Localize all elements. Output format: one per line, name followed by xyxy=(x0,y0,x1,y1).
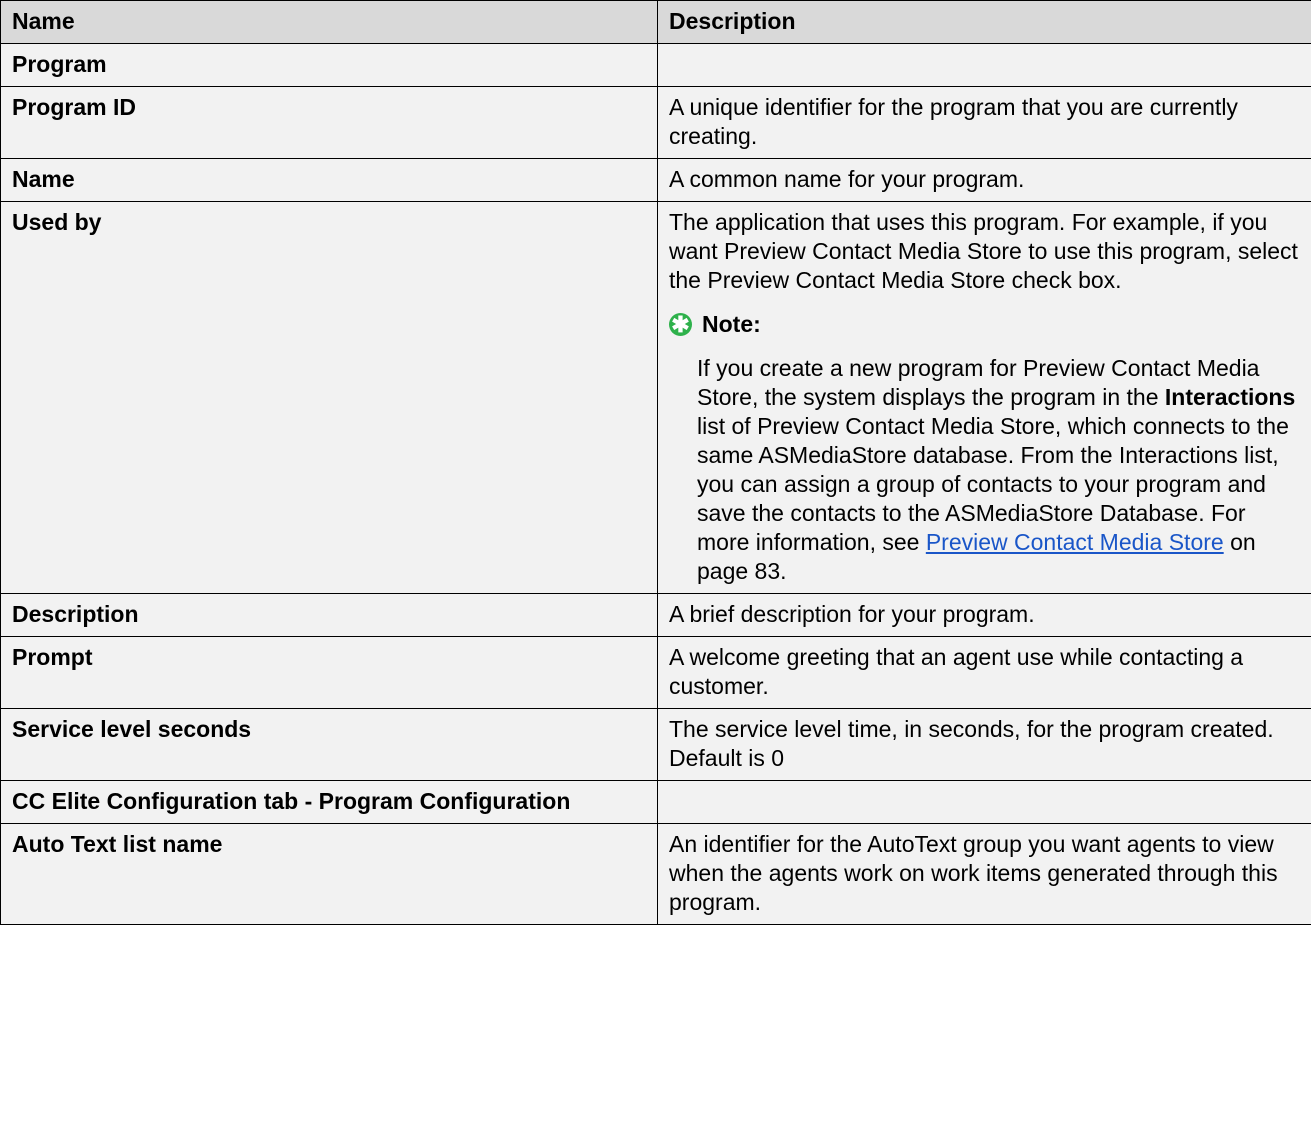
row-description: A welcome greeting that an agent use whi… xyxy=(657,636,1311,709)
row-description xyxy=(657,780,1311,824)
row-name: Prompt xyxy=(0,636,658,709)
table-row: Service level seconds The service level … xyxy=(0,708,1311,781)
note-body: If you create a new program for Preview … xyxy=(697,354,1299,586)
table-row: Name A common name for your program. xyxy=(0,158,1311,202)
note-title: Note: xyxy=(702,311,761,337)
table-row: Used by The application that uses this p… xyxy=(0,201,1311,594)
row-description: The application that uses this program. … xyxy=(669,209,1298,293)
row-name: Name xyxy=(0,158,658,202)
header-name: Name xyxy=(0,0,658,44)
row-description: A brief description for your program. xyxy=(657,593,1311,637)
table-row: CC Elite Configuration tab - Program Con… xyxy=(0,780,1311,824)
header-description: Description xyxy=(657,0,1311,44)
row-name: Program xyxy=(0,43,658,87)
preview-contact-media-store-link[interactable]: Preview Contact Media Store xyxy=(926,529,1224,555)
table-row: Program ID A unique identifier for the p… xyxy=(0,86,1311,159)
note-header: ✱ Note: xyxy=(669,310,1299,339)
table-row: Description A brief description for your… xyxy=(0,593,1311,637)
table-row: Program xyxy=(0,43,1311,87)
row-name: Auto Text list name xyxy=(0,823,658,925)
row-description: A unique identifier for the program that… xyxy=(657,86,1311,159)
row-description: A common name for your program. xyxy=(657,158,1311,202)
header-row: Name Description xyxy=(0,0,1311,44)
star-note-icon: ✱ xyxy=(669,313,692,336)
row-description: An identifier for the AutoText group you… xyxy=(657,823,1311,925)
row-name: Used by xyxy=(0,201,658,594)
row-name: Service level seconds xyxy=(0,708,658,781)
row-description xyxy=(657,43,1311,87)
note-bold-interactions: Interactions xyxy=(1164,384,1296,410)
row-name: Program ID xyxy=(0,86,658,159)
parameter-table: Name Description Program Program ID A un… xyxy=(0,0,1311,925)
row-description-with-note: The application that uses this program. … xyxy=(657,201,1311,594)
table-row: Prompt A welcome greeting that an agent … xyxy=(0,636,1311,709)
row-name: CC Elite Configuration tab - Program Con… xyxy=(0,780,658,824)
row-name: Description xyxy=(0,593,658,637)
table-row: Auto Text list name An identifier for th… xyxy=(0,823,1311,925)
row-description: The service level time, in seconds, for … xyxy=(657,708,1311,781)
